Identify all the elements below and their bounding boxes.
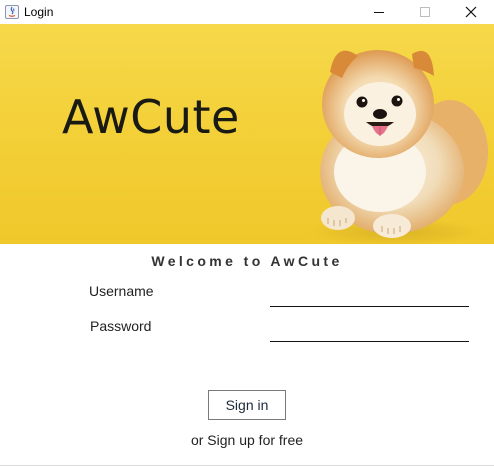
close-icon: [465, 6, 477, 18]
minimize-button[interactable]: [356, 0, 402, 24]
banner-brand-text: AwCute: [62, 90, 240, 144]
close-button[interactable]: [448, 0, 494, 24]
sign-up-link[interactable]: or Sign up for free: [0, 432, 494, 448]
password-input[interactable]: [270, 321, 469, 342]
pomeranian-dog-image: [310, 50, 488, 244]
window-title: Login: [24, 5, 54, 19]
header-banner: AwCute: [0, 24, 494, 244]
minimize-icon: [374, 12, 384, 13]
username-input[interactable]: [270, 286, 469, 307]
password-label: Password: [90, 318, 152, 334]
username-label: Username: [89, 283, 154, 299]
maximize-button[interactable]: [402, 0, 448, 24]
java-app-icon: [5, 5, 19, 19]
title-bar[interactable]: Login: [0, 0, 494, 24]
login-window: Login AwCute Welcome to AwCute Username …: [0, 0, 494, 466]
maximize-icon: [420, 7, 430, 17]
welcome-heading: Welcome to AwCute: [151, 253, 343, 269]
sign-in-button[interactable]: Sign in: [208, 390, 286, 420]
